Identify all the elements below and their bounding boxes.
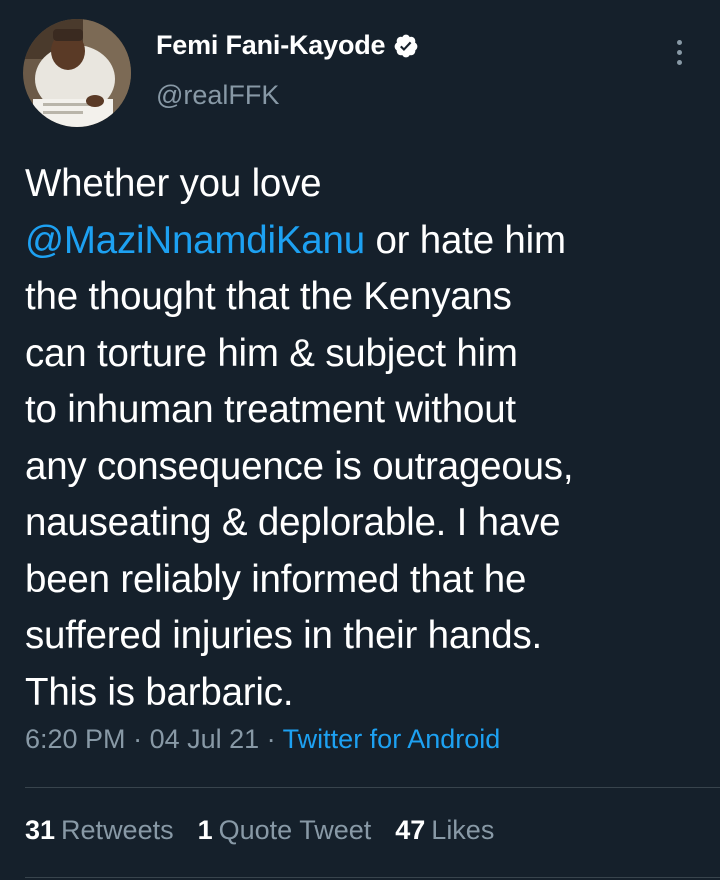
tweet-meta: 6:20 PM · 04 Jul 21 · Twitter for Androi…	[25, 724, 500, 755]
tweet-detail: Femi Fani-Kayode @realFFK Whether you lo…	[0, 0, 720, 880]
meta-separator: ·	[125, 724, 150, 754]
tweet-text-line: can torture him & subject him	[25, 326, 705, 383]
avatar-photo-icon	[23, 19, 131, 127]
more-vertical-icon[interactable]	[664, 32, 694, 72]
tweet-text-line: the thought that the Kenyans	[25, 269, 705, 326]
retweets-count[interactable]: 31 Retweets	[25, 815, 174, 846]
tweet-source-link[interactable]: Twitter for Android	[283, 724, 501, 754]
divider	[25, 877, 720, 878]
tweet-text-segment: suffered injuries in their hands.	[25, 614, 543, 657]
tweet-text-line: to inhuman treatment without	[25, 382, 705, 439]
likes-count[interactable]: 47 Likes	[395, 815, 494, 846]
tweet-text-segment: the thought that the Kenyans	[25, 275, 512, 318]
mention-link[interactable]: @MaziNnamdiKanu	[25, 219, 365, 262]
display-name: Femi Fani-Kayode	[156, 30, 386, 60]
meta-separator: ·	[259, 724, 283, 754]
tweet-text-line: Whether you love	[25, 156, 705, 213]
tweet-text-segment: been reliably informed that he	[25, 557, 527, 601]
divider	[25, 787, 720, 788]
tweet-time: 6:20 PM	[25, 724, 126, 754]
tweet-text-segment: can torture him & subject him	[25, 331, 518, 375]
tweet-text-line: any consequence is outrageous,	[25, 439, 705, 496]
tweet-text-segment: or hate him	[364, 218, 566, 262]
tweet-text-segment: nauseating & deplorable. I have	[25, 501, 561, 544]
tweet-text-line: @MaziNnamdiKanu or hate him	[25, 213, 705, 270]
avatar[interactable]	[23, 19, 131, 127]
tweet-stats: 31 Retweets 1 Quote Tweet 47 Likes	[25, 815, 494, 846]
verified-badge-icon	[393, 33, 419, 59]
tweet-text-segment: Whether you love	[25, 162, 322, 205]
user-handle[interactable]: @realFFK	[156, 80, 279, 111]
tweet-text-segment: This is barbaric.	[25, 670, 294, 714]
quote-tweets-count[interactable]: 1 Quote Tweet	[198, 815, 372, 846]
tweet-text-line: suffered injuries in their hands.	[25, 608, 705, 665]
tweet-text-segment: any consequence is outrageous,	[25, 444, 574, 488]
user-name-row[interactable]: Femi Fani-Kayode	[156, 30, 419, 61]
tweet-text-segment: to inhuman treatment without	[25, 388, 516, 431]
tweet-text-line: This is barbaric.	[25, 665, 705, 722]
tweet-text-line: nauseating & deplorable. I have	[25, 495, 705, 552]
tweet-date: 04 Jul 21	[149, 724, 260, 754]
tweet-text: Whether you love @MaziNnamdiKanu or hate …	[25, 156, 705, 721]
tweet-text-line: been reliably informed that he	[25, 552, 705, 609]
